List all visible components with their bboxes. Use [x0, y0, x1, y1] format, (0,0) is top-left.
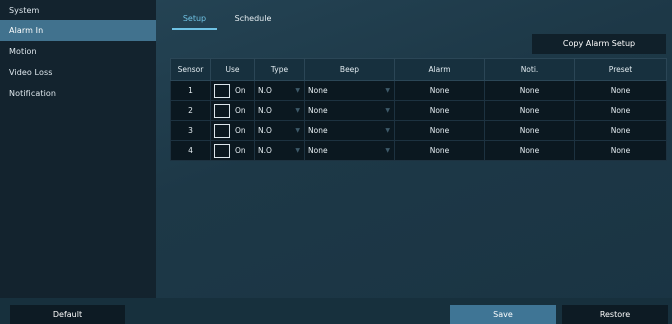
sidebar-item-alarm-in[interactable]: Alarm In [0, 20, 156, 41]
type-value: N.O [258, 146, 272, 155]
beep-dropdown[interactable]: None ▼ [304, 140, 395, 161]
use-checkbox[interactable] [214, 123, 230, 138]
sensor-number: 1 [170, 80, 211, 101]
sensor-number: 2 [170, 100, 211, 121]
chevron-down-icon: ▼ [295, 87, 300, 94]
chevron-down-icon: ▼ [385, 127, 390, 134]
beep-value: None [308, 146, 328, 155]
sidebar-item-notification[interactable]: Notification [0, 83, 156, 104]
table-row: 4 On N.O ▼ None ▼ None None None [170, 140, 667, 161]
type-dropdown[interactable]: N.O ▼ [254, 80, 305, 101]
header-alarm: Alarm [394, 58, 485, 81]
chevron-down-icon: ▼ [295, 107, 300, 114]
use-label: On [235, 86, 246, 95]
tab-setup[interactable]: Setup [172, 10, 217, 30]
chevron-down-icon: ▼ [385, 147, 390, 154]
table-row: 1 On N.O ▼ None ▼ None None None [170, 80, 667, 101]
header-preset: Preset [574, 58, 667, 81]
type-dropdown[interactable]: N.O ▼ [254, 120, 305, 141]
use-cell: On [210, 140, 255, 161]
sidebar-item-motion[interactable]: Motion [0, 41, 156, 62]
noti-cell[interactable]: None [484, 140, 575, 161]
noti-cell[interactable]: None [484, 100, 575, 121]
type-dropdown[interactable]: N.O ▼ [254, 140, 305, 161]
use-cell: On [210, 120, 255, 141]
save-button[interactable]: Save [450, 305, 556, 324]
beep-value: None [308, 126, 328, 135]
table-row: 3 On N.O ▼ None ▼ None None None [170, 120, 667, 141]
alarm-cell[interactable]: None [394, 100, 485, 121]
beep-dropdown[interactable]: None ▼ [304, 120, 395, 141]
use-checkbox[interactable] [214, 143, 230, 158]
use-label: On [235, 126, 246, 135]
use-cell: On [210, 80, 255, 101]
restore-button[interactable]: Restore [562, 305, 668, 324]
preset-cell[interactable]: None [574, 80, 667, 101]
sidebar: System Alarm In Motion Video Loss Notifi… [0, 0, 156, 298]
sensor-table: Sensor Use Type Beep Alarm Noti. Preset … [170, 58, 667, 161]
type-value: N.O [258, 86, 272, 95]
use-label: On [235, 106, 246, 115]
sidebar-item-video-loss[interactable]: Video Loss [0, 62, 156, 83]
alarm-in-settings-window: System Alarm In Motion Video Loss Notifi… [0, 0, 672, 324]
chevron-down-icon: ▼ [385, 107, 390, 114]
beep-value: None [308, 86, 328, 95]
beep-dropdown[interactable]: None ▼ [304, 100, 395, 121]
header-beep: Beep [304, 58, 395, 81]
default-button[interactable]: Default [10, 305, 125, 324]
type-value: N.O [258, 106, 272, 115]
type-value: N.O [258, 126, 272, 135]
table-row: 2 On N.O ▼ None ▼ None None None [170, 100, 667, 121]
beep-dropdown[interactable]: None ▼ [304, 80, 395, 101]
chevron-down-icon: ▼ [385, 87, 390, 94]
type-dropdown[interactable]: N.O ▼ [254, 100, 305, 121]
alarm-cell[interactable]: None [394, 80, 485, 101]
preset-cell[interactable]: None [574, 100, 667, 121]
table-header-row: Sensor Use Type Beep Alarm Noti. Preset [170, 58, 667, 81]
sensor-number: 4 [170, 140, 211, 161]
noti-cell[interactable]: None [484, 80, 575, 101]
tab-schedule[interactable]: Schedule [228, 10, 278, 30]
header-noti: Noti. [484, 58, 575, 81]
sensor-number: 3 [170, 120, 211, 141]
alarm-cell[interactable]: None [394, 140, 485, 161]
use-cell: On [210, 100, 255, 121]
header-sensor: Sensor [170, 58, 211, 81]
header-type: Type [254, 58, 305, 81]
copy-alarm-setup-button[interactable]: Copy Alarm Setup [532, 34, 666, 54]
preset-cell[interactable]: None [574, 120, 667, 141]
alarm-cell[interactable]: None [394, 120, 485, 141]
tab-bar: Setup Schedule [172, 10, 672, 32]
use-label: On [235, 146, 246, 155]
chevron-down-icon: ▼ [295, 147, 300, 154]
beep-value: None [308, 106, 328, 115]
use-checkbox[interactable] [214, 103, 230, 118]
preset-cell[interactable]: None [574, 140, 667, 161]
noti-cell[interactable]: None [484, 120, 575, 141]
sidebar-item-system[interactable]: System [0, 0, 156, 20]
use-checkbox[interactable] [214, 83, 230, 98]
chevron-down-icon: ▼ [295, 127, 300, 134]
header-use: Use [210, 58, 255, 81]
